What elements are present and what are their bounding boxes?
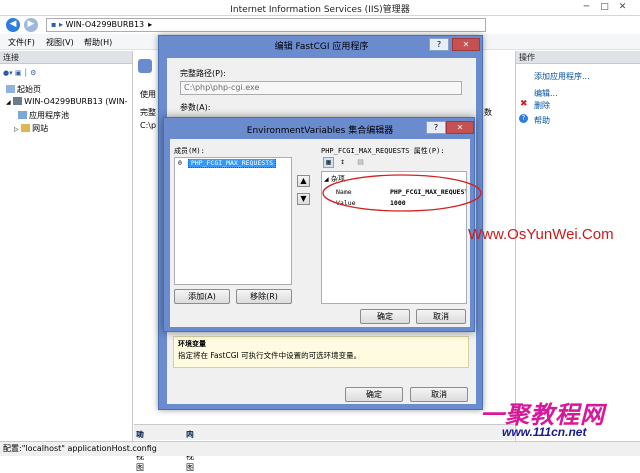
action-edit[interactable]: 编辑... <box>534 88 558 99</box>
minimize-button[interactable]: ─ <box>580 2 593 13</box>
description-title: 环境变量 <box>178 340 206 348</box>
env-dialog-body: 成员(M): 0 PHP_FCGI_MAX_REQUESTS ▲ ▼ 添加(A)… <box>170 139 470 327</box>
member-index: 0 <box>178 159 182 167</box>
menu-file[interactable]: 文件(F) <box>8 37 35 48</box>
fastcgi-help-button[interactable]: ? <box>429 38 449 51</box>
members-list[interactable]: 0 PHP_FCGI_MAX_REQUESTS <box>174 157 292 285</box>
server-icon: ▪ ▸ <box>51 20 66 29</box>
view-tabs: ▦ 功能视图 ▤ 内容视图 <box>134 424 514 472</box>
watermark-text: Www.OsYunWei.Com <box>468 226 614 243</box>
env-variables-dialog: EnvironmentVariables 集合编辑器 ? ✕ 成员(M): 0 … <box>163 117 475 332</box>
delete-icon: ✖ <box>520 99 528 109</box>
members-label: 成员(M): <box>174 147 205 155</box>
fastcgi-feature-icon <box>138 59 152 73</box>
description-text: 指定将在 FastCGI 可执行文件中设置的可选环境变量。 <box>178 351 362 360</box>
env-close-button[interactable]: ✕ <box>446 121 474 134</box>
address-path: WIN-O4299BURB13 <box>65 20 145 29</box>
remove-member-button[interactable]: 移除(R) <box>236 289 292 304</box>
alphabetical-icon[interactable]: ↕ <box>337 157 348 168</box>
env-cancel-button[interactable]: 取消 <box>416 309 466 324</box>
back-button[interactable]: ◀ <box>6 18 20 32</box>
fastcgi-cancel-button[interactable]: 取消 <box>410 387 468 402</box>
move-up-button[interactable]: ▲ <box>297 175 310 187</box>
add-member-button[interactable]: 添加(A) <box>174 289 230 304</box>
address-input[interactable]: ▪ ▸ WIN-O4299BURB13 ▸ <box>46 18 486 32</box>
app-pool-icon <box>18 111 27 119</box>
full-path-field[interactable]: C:\php\php-cgi.exe <box>180 81 462 95</box>
action-delete[interactable]: 删除 <box>534 100 550 111</box>
start-page-icon <box>6 85 15 93</box>
actions-header: 操作 <box>516 51 640 64</box>
forward-button[interactable]: ▶ <box>24 18 38 32</box>
help-icon: ? <box>519 114 528 123</box>
menu-view[interactable]: 视图(V) <box>46 37 74 48</box>
center-row-path: C:\p <box>140 121 157 130</box>
tree-item-server[interactable]: ◢ WIN-O4299BURB13 (WIN- <box>6 97 128 106</box>
highlight-ellipse <box>322 174 482 212</box>
member-name: PHP_FCGI_MAX_REQUESTS <box>187 159 277 168</box>
window-titlebar: Internet Information Services (IIS)管理器 ─… <box>0 0 640 16</box>
connections-toolbar[interactable]: ●▾ ▣ │ ⚙ <box>3 69 36 77</box>
connections-header: 连接 <box>0 51 132 64</box>
logo-url: www.111cn.net <box>502 425 587 439</box>
site-logo: 一聚教程网 www.111cn.net <box>476 395 636 441</box>
window-title: Internet Information Services (IIS)管理器 <box>230 5 410 15</box>
fastcgi-ok-button[interactable]: 确定 <box>345 387 403 402</box>
center-column-header: 完整 <box>140 108 156 117</box>
center-partial-text: 使用 <box>140 90 156 99</box>
properties-label: PHP_FCGI_MAX_REQUESTS 属性(P): <box>321 147 445 155</box>
actions-pane: 操作 添加应用程序... 编辑... ✖ 删除 ? 帮助 <box>515 51 640 441</box>
server-icon <box>13 97 23 105</box>
connections-pane: 连接 ●▾ ▣ │ ⚙ 起始页 ◢ WIN-O4299BURB13 (WIN- … <box>0 51 133 441</box>
categorized-icon[interactable]: ▦ <box>323 157 334 168</box>
menu-help[interactable]: 帮助(H) <box>84 37 112 48</box>
maximize-button[interactable]: □ <box>598 2 611 13</box>
tree-item-app-pools[interactable]: 应用程序池 <box>18 110 69 121</box>
property-toolbar: ▦ ↕ ▤ <box>321 157 466 169</box>
tree-item-sites[interactable]: ▷ 网站 <box>14 123 48 134</box>
move-down-button[interactable]: ▼ <box>297 193 310 205</box>
action-help[interactable]: 帮助 <box>534 115 550 126</box>
arguments-label: 参数(A): <box>180 103 211 112</box>
close-window-button[interactable]: ✕ <box>616 2 629 13</box>
full-path-label: 完整路径(P): <box>180 69 226 78</box>
status-bar: 配置:"localhost" applicationHost.config <box>0 441 640 456</box>
property-pages-icon[interactable]: ▤ <box>355 157 366 168</box>
env-help-button[interactable]: ? <box>426 121 446 134</box>
fastcgi-close-button[interactable]: ✕ <box>452 38 480 51</box>
member-row[interactable]: 0 PHP_FCGI_MAX_REQUESTS <box>176 159 290 168</box>
center-column-header-right: 数 <box>484 108 492 117</box>
action-add-application[interactable]: 添加应用程序... <box>534 71 590 82</box>
env-ok-button[interactable]: 确定 <box>360 309 410 324</box>
description-panel: 环境变量 指定将在 FastCGI 可执行文件中设置的可选环境变量。 <box>173 336 469 368</box>
tree-item-start-page[interactable]: 起始页 <box>6 84 41 95</box>
address-bar: ◀ ▶ ▪ ▸ WIN-O4299BURB13 ▸ <box>0 16 640 34</box>
folder-icon <box>21 124 31 132</box>
